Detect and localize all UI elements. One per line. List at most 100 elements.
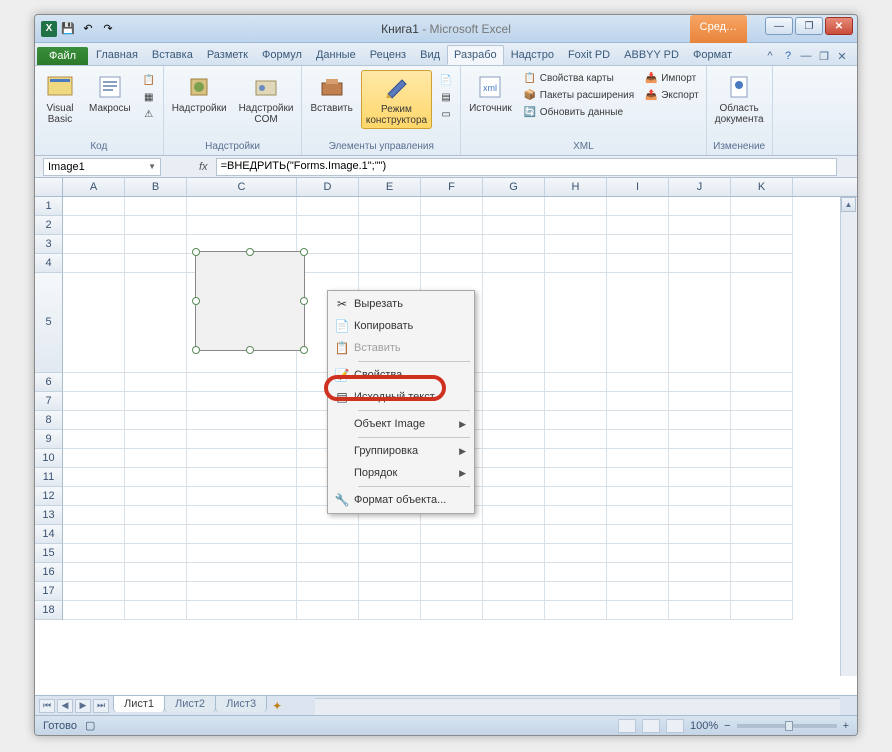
menu-image-object[interactable]: Объект Image▶ bbox=[330, 413, 472, 435]
record-macro-button[interactable]: 📋 bbox=[139, 72, 159, 88]
cell[interactable] bbox=[607, 487, 669, 506]
cell[interactable] bbox=[669, 506, 731, 525]
cell[interactable] bbox=[483, 601, 545, 620]
sheet-tab[interactable]: Лист3 bbox=[215, 695, 267, 712]
cell[interactable] bbox=[483, 254, 545, 273]
name-box[interactable]: Image1 ▼ bbox=[43, 158, 161, 176]
cell[interactable] bbox=[187, 468, 297, 487]
cell[interactable] bbox=[483, 197, 545, 216]
cell[interactable] bbox=[669, 411, 731, 430]
insert-control-button[interactable]: Вставить bbox=[306, 70, 356, 116]
run-dialog-button[interactable]: ▭ bbox=[436, 106, 456, 122]
cell[interactable] bbox=[731, 273, 793, 373]
zoom-thumb[interactable] bbox=[785, 721, 793, 731]
refresh-data-button[interactable]: 🔄Обновить данные bbox=[520, 104, 637, 120]
macro-record-icon[interactable]: ▢ bbox=[85, 719, 95, 732]
cell[interactable] bbox=[669, 254, 731, 273]
cell[interactable] bbox=[125, 430, 187, 449]
column-header[interactable]: J bbox=[669, 178, 731, 196]
cell[interactable] bbox=[545, 582, 607, 601]
cell[interactable] bbox=[359, 235, 421, 254]
cell[interactable] bbox=[669, 235, 731, 254]
document-panel-button[interactable]: Область документа bbox=[711, 70, 768, 127]
resize-handle[interactable] bbox=[246, 248, 254, 256]
cell[interactable] bbox=[731, 392, 793, 411]
save-icon[interactable]: 💾 bbox=[59, 20, 77, 38]
export-button[interactable]: 📤Экспорт bbox=[641, 87, 702, 103]
cell[interactable] bbox=[297, 563, 359, 582]
cell[interactable] bbox=[187, 430, 297, 449]
ribbon-tab[interactable]: ABBYY PD bbox=[617, 45, 686, 65]
cell[interactable] bbox=[669, 487, 731, 506]
cell[interactable] bbox=[297, 254, 359, 273]
cell[interactable] bbox=[421, 525, 483, 544]
minimize-ribbon-icon[interactable]: ^ bbox=[763, 49, 777, 63]
cell[interactable] bbox=[545, 468, 607, 487]
cell[interactable] bbox=[63, 487, 125, 506]
cell[interactable] bbox=[607, 449, 669, 468]
cell[interactable] bbox=[483, 544, 545, 563]
cell[interactable] bbox=[187, 506, 297, 525]
row-header[interactable]: 8 bbox=[35, 411, 63, 430]
ribbon-tab[interactable]: Вид bbox=[413, 45, 447, 65]
map-properties-button[interactable]: 📋Свойства карты bbox=[520, 70, 637, 86]
ribbon-tab[interactable]: Формат bbox=[686, 45, 739, 65]
cell[interactable] bbox=[359, 197, 421, 216]
ribbon-tab[interactable]: Foxit PD bbox=[561, 45, 617, 65]
com-addins-button[interactable]: Надстройки COM bbox=[235, 70, 298, 127]
cell[interactable] bbox=[669, 449, 731, 468]
row-header[interactable]: 15 bbox=[35, 544, 63, 563]
cell[interactable] bbox=[731, 449, 793, 468]
cell[interactable] bbox=[359, 544, 421, 563]
cell[interactable] bbox=[187, 582, 297, 601]
sheet-tab[interactable]: Лист1 bbox=[113, 695, 165, 712]
cell[interactable] bbox=[187, 563, 297, 582]
cell[interactable] bbox=[731, 544, 793, 563]
cell[interactable] bbox=[125, 197, 187, 216]
cell[interactable] bbox=[669, 373, 731, 392]
cell[interactable] bbox=[731, 582, 793, 601]
cell[interactable] bbox=[545, 430, 607, 449]
cell[interactable] bbox=[731, 411, 793, 430]
expansion-packs-button[interactable]: 📦Пакеты расширения bbox=[520, 87, 637, 103]
new-sheet-icon[interactable]: ✦ bbox=[266, 699, 288, 713]
row-header[interactable]: 3 bbox=[35, 235, 63, 254]
activex-image-control[interactable] bbox=[195, 251, 305, 351]
cell[interactable] bbox=[359, 601, 421, 620]
cell[interactable] bbox=[731, 216, 793, 235]
horizontal-scrollbar[interactable] bbox=[315, 698, 840, 715]
column-header[interactable]: C bbox=[187, 178, 297, 196]
cell[interactable] bbox=[187, 487, 297, 506]
cell[interactable] bbox=[187, 449, 297, 468]
resize-handle[interactable] bbox=[300, 346, 308, 354]
cell[interactable] bbox=[63, 582, 125, 601]
cell[interactable] bbox=[669, 216, 731, 235]
cell[interactable] bbox=[607, 430, 669, 449]
cell[interactable] bbox=[607, 273, 669, 373]
cell[interactable] bbox=[607, 601, 669, 620]
cell[interactable] bbox=[483, 430, 545, 449]
cell[interactable] bbox=[607, 468, 669, 487]
row-header[interactable]: 18 bbox=[35, 601, 63, 620]
cell[interactable] bbox=[63, 449, 125, 468]
control-properties-button[interactable]: 📄 bbox=[436, 72, 456, 88]
sheet-nav-last-icon[interactable]: ⏭ bbox=[93, 699, 109, 713]
column-header[interactable]: K bbox=[731, 178, 793, 196]
row-header[interactable]: 13 bbox=[35, 506, 63, 525]
ribbon-tab[interactable]: Реценз bbox=[363, 45, 413, 65]
resize-handle[interactable] bbox=[300, 297, 308, 305]
cell[interactable] bbox=[483, 468, 545, 487]
cell[interactable] bbox=[545, 544, 607, 563]
cell[interactable] bbox=[125, 235, 187, 254]
cell[interactable] bbox=[731, 468, 793, 487]
view-code-button[interactable]: ▤ bbox=[436, 89, 456, 105]
cell[interactable] bbox=[125, 487, 187, 506]
menu-format-object[interactable]: 🔧Формат объекта... bbox=[330, 489, 472, 511]
cell[interactable] bbox=[63, 411, 125, 430]
window-close-icon[interactable]: ✕ bbox=[835, 49, 849, 63]
cell[interactable] bbox=[607, 582, 669, 601]
row-header[interactable]: 5 bbox=[35, 273, 63, 373]
cell[interactable] bbox=[63, 273, 125, 373]
cell[interactable] bbox=[545, 197, 607, 216]
cell[interactable] bbox=[731, 601, 793, 620]
